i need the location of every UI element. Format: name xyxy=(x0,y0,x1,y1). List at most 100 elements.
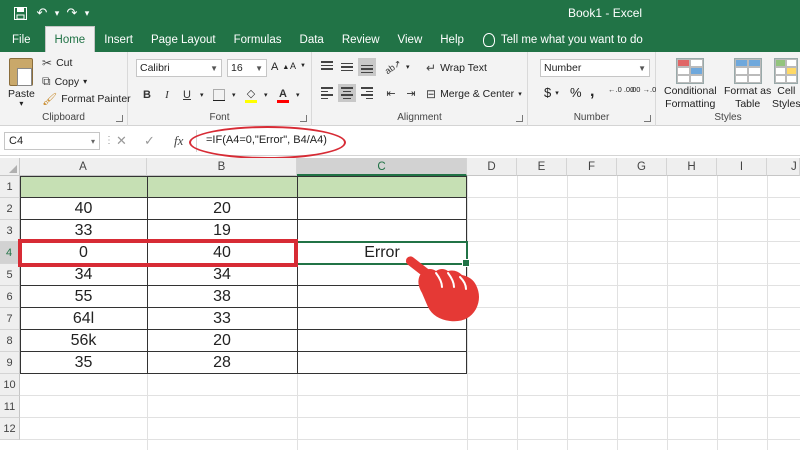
cell-b8[interactable]: 20 xyxy=(147,330,297,352)
tab-home[interactable]: Home xyxy=(44,26,96,52)
column-header-e[interactable]: E xyxy=(517,158,567,176)
row-header-11[interactable]: 11 xyxy=(0,396,20,418)
number-launcher-icon[interactable] xyxy=(644,115,651,122)
more-options-icon: ⋮ xyxy=(104,135,114,146)
increase-decimal-button[interactable]: ←.0 .00 xyxy=(608,86,634,94)
tab-data[interactable]: Data xyxy=(291,28,333,52)
grow-font-button[interactable]: A ▲ xyxy=(271,61,289,73)
merge-center-button[interactable]: ⊟ Merge & Center ▾ xyxy=(426,87,522,101)
tab-help[interactable]: Help xyxy=(431,28,473,52)
row-header-2[interactable]: 2 xyxy=(0,198,20,220)
save-icon[interactable] xyxy=(10,3,30,23)
align-center-button[interactable] xyxy=(338,84,356,102)
decrease-indent-button[interactable]: ⇤ xyxy=(382,84,400,102)
customize-qat-icon[interactable]: ▾ xyxy=(84,3,90,23)
row-header-9[interactable]: 9 xyxy=(0,352,20,374)
increase-indent-button[interactable]: ⇥ xyxy=(402,84,420,102)
orientation-button[interactable]: ab↗ ▾ xyxy=(383,57,410,76)
column-header-a[interactable]: A xyxy=(20,158,147,176)
column-header-i[interactable]: I xyxy=(717,158,767,176)
cancel-icon[interactable]: ✕ xyxy=(116,133,127,149)
column-header-h[interactable]: H xyxy=(667,158,717,176)
copy-button[interactable]: ⧉ Copy ▾ xyxy=(42,74,87,89)
row-header-7[interactable]: 7 xyxy=(0,308,20,330)
format-painter-button[interactable]: 🖌 Format Painter xyxy=(42,92,131,106)
insert-function-icon[interactable]: fx xyxy=(174,133,183,149)
alignment-launcher-icon[interactable] xyxy=(516,115,523,122)
cell-b2[interactable]: 20 xyxy=(147,198,297,220)
underline-button[interactable]: U ▾ xyxy=(178,86,204,104)
row-header-6[interactable]: 6 xyxy=(0,286,20,308)
format-as-table-icon xyxy=(733,58,762,84)
conditional-formatting-button[interactable]: Conditional Formatting xyxy=(664,58,717,110)
borders-button[interactable]: ▾ xyxy=(210,86,236,104)
font-size-dropdown[interactable]: 16 ▼ xyxy=(227,59,267,77)
shrink-font-button[interactable]: A ▼ xyxy=(290,61,306,71)
cell-b5[interactable]: 34 xyxy=(147,264,297,286)
tab-page-layout[interactable]: Page Layout xyxy=(142,28,225,52)
cell-a6[interactable]: 55 xyxy=(20,286,147,308)
cell-a8[interactable]: 56k xyxy=(20,330,147,352)
font-name-dropdown[interactable]: Calibri ▼ xyxy=(136,59,222,77)
row-header-8[interactable]: 8 xyxy=(0,330,20,352)
row-header-10[interactable]: 10 xyxy=(0,374,20,396)
enter-icon[interactable]: ✓ xyxy=(144,133,155,149)
worksheet-grid[interactable]: A B C D E F G H I J 1 2 3 4 5 6 7 8 9 10… xyxy=(0,158,800,450)
row-header-3[interactable]: 3 xyxy=(0,220,20,242)
number-format-dropdown[interactable]: Number ▼ xyxy=(540,59,650,77)
cell-a7[interactable]: 64l xyxy=(20,308,147,330)
undo-dropdown-icon[interactable]: ▾ xyxy=(54,3,60,23)
cell-styles-button[interactable]: Cell Styles xyxy=(772,58,800,110)
font-color-button[interactable]: A ▾ xyxy=(274,86,300,104)
name-box[interactable]: C4 ▾ xyxy=(4,132,100,150)
tab-review[interactable]: Review xyxy=(333,28,389,52)
lightbulb-icon xyxy=(482,33,495,47)
tab-insert[interactable]: Insert xyxy=(95,28,142,52)
column-header-c[interactable]: C xyxy=(297,158,467,176)
undo-icon[interactable]: ↶ xyxy=(32,3,52,23)
column-header-d[interactable]: D xyxy=(467,158,517,176)
decrease-decimal-button[interactable]: .00 →.0 xyxy=(630,86,656,94)
cell-b9[interactable]: 28 xyxy=(147,352,297,374)
merge-center-label: Merge & Center xyxy=(440,88,515,100)
top-align-button[interactable] xyxy=(318,58,336,76)
column-header-j[interactable]: J xyxy=(767,158,800,176)
merge-icon: ⊟ xyxy=(426,87,437,101)
row-header-1[interactable]: 1 xyxy=(0,176,20,198)
format-as-table-button[interactable]: Format as Table xyxy=(724,58,771,110)
row-header-4[interactable]: 4 xyxy=(0,242,20,264)
tab-view[interactable]: View xyxy=(389,28,432,52)
font-size-value: 16 xyxy=(231,62,243,74)
row-header-5[interactable]: 5 xyxy=(0,264,20,286)
align-left-button[interactable] xyxy=(318,84,336,102)
tab-file[interactable]: File xyxy=(0,28,45,52)
percent-button[interactable]: % xyxy=(570,85,582,100)
column-header-b[interactable]: B xyxy=(147,158,297,176)
paste-button[interactable]: Paste ▾ xyxy=(8,58,35,108)
italic-button[interactable]: I xyxy=(158,86,176,104)
bold-button[interactable]: B xyxy=(138,86,156,104)
currency-button[interactable]: $ ▾ xyxy=(544,85,559,100)
bottom-align-button[interactable] xyxy=(358,58,376,76)
tell-me-search[interactable]: Tell me what you want to do xyxy=(473,28,652,52)
row-header-12[interactable]: 12 xyxy=(0,418,20,440)
clipboard-launcher-icon[interactable] xyxy=(116,115,123,122)
column-header-f[interactable]: F xyxy=(567,158,617,176)
cell-a5[interactable]: 34 xyxy=(20,264,147,286)
cell-a2[interactable]: 40 xyxy=(20,198,147,220)
font-launcher-icon[interactable] xyxy=(300,115,307,122)
comma-button[interactable]: , xyxy=(590,83,594,101)
middle-align-button[interactable] xyxy=(338,58,356,76)
tab-formulas[interactable]: Formulas xyxy=(225,28,291,52)
align-right-button[interactable] xyxy=(358,84,376,102)
cell-b7[interactable]: 33 xyxy=(147,308,297,330)
formula-bar: C4 ▾ ⋮ ✕ ✓ fx =IF(A4=0,"Error", B4/A4) xyxy=(0,126,800,156)
wrap-text-button[interactable]: ↵ Wrap Text xyxy=(426,61,487,75)
select-all-button[interactable] xyxy=(0,158,20,176)
fill-color-button[interactable]: ◇ ▾ xyxy=(242,86,268,104)
cell-a9[interactable]: 35 xyxy=(20,352,147,374)
cell-b6[interactable]: 38 xyxy=(147,286,297,308)
redo-icon[interactable]: ↷ xyxy=(62,3,82,23)
cut-button[interactable]: ✂ Cut xyxy=(42,56,72,70)
column-header-g[interactable]: G xyxy=(617,158,667,176)
